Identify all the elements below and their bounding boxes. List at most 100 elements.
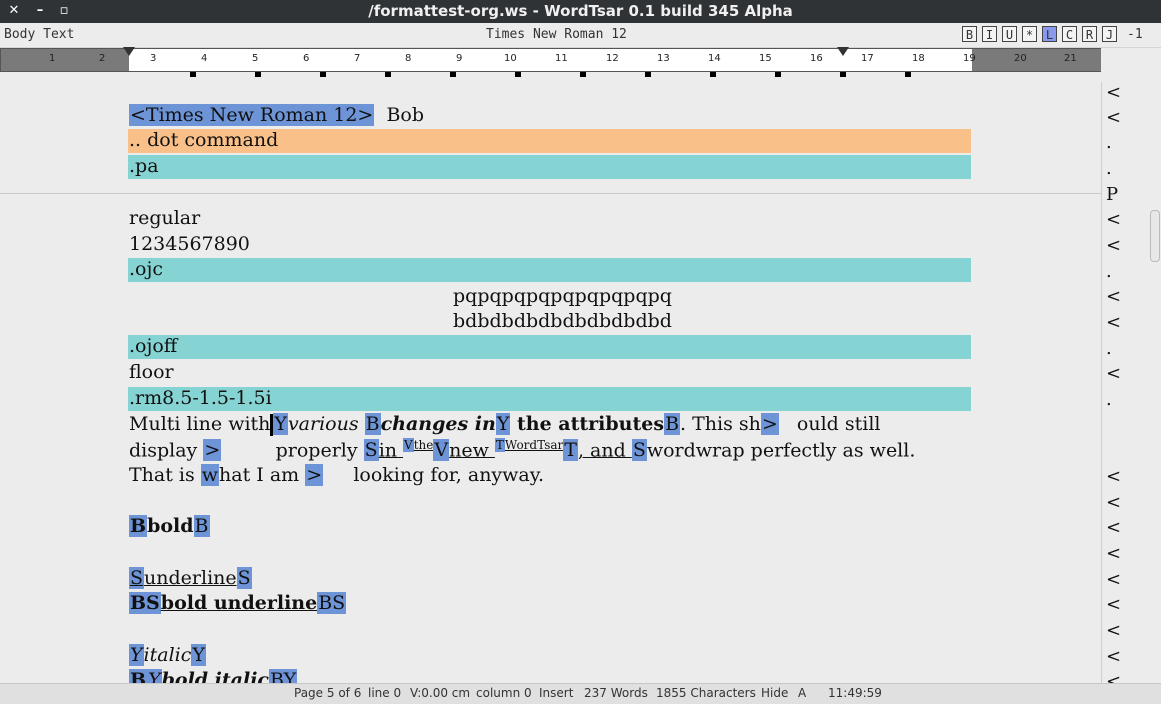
column-indicator: column 0 [476,686,532,700]
tab-stop[interactable] [840,72,846,77]
text-run: underline [144,567,237,589]
line-mark: . [1106,158,1112,179]
left-margin-marker[interactable] [123,47,135,56]
format-code: S [129,567,145,589]
doc-line: YitalicY [129,644,206,666]
vertical-scrollbar[interactable] [1150,210,1160,262]
format-code: S [236,567,252,589]
rm-command: .rm8.5-1.5-1.5i [129,387,272,409]
document-area[interactable]: <Times New Roman 12> Bob .. dot command … [0,82,1101,683]
text-run: That is [129,464,201,486]
doc-line: BboldB [129,515,210,537]
vertical-position: V:0.00 cm [410,686,471,700]
ruler-number: 1 [49,53,56,64]
text-run: bold italic [161,669,269,683]
line-mark: < [1106,569,1122,590]
command-band: .rm8.5-1.5-1.5i [128,387,971,411]
paragraph-style[interactable]: Body Text [4,27,74,42]
align-center-button[interactable]: C [1062,26,1077,42]
tab-stop[interactable] [905,72,911,77]
format-code: T [494,438,505,452]
line-mark: < [1106,82,1122,103]
ruler-number: 11 [555,53,568,64]
text-run: ould still [796,413,881,435]
ruler[interactable]: 1 2 3 4 5 6 7 8 9 10 11 12 13 14 15 16 1… [0,47,1101,72]
ruler-number: 7 [354,53,361,64]
paragraph-marker[interactable] [837,47,849,56]
line-mark: < [1106,235,1122,256]
format-code: > [203,439,222,462]
dot-command-band: .. dot command [128,129,971,153]
indent-value: -1 [1127,27,1143,42]
tab-stop[interactable] [645,72,651,77]
tab-stop[interactable] [580,72,586,77]
tab-stop[interactable] [190,72,196,77]
line-mark: < [1106,312,1122,333]
ruler-number: 14 [708,53,721,64]
ruler-number: 12 [606,53,619,64]
italic-button[interactable]: I [982,26,997,42]
doc-line: floor [129,361,174,383]
align-left-button[interactable]: L [1042,26,1057,42]
text-run: Bob [386,104,425,126]
insert-mode[interactable]: Insert [539,686,573,700]
align-right-button[interactable]: R [1082,26,1097,42]
line-mark: < [1106,107,1122,128]
font-name[interactable]: Times New Roman 12 [486,27,627,42]
format-code: BS [129,592,161,614]
text-run: italic [143,644,192,666]
font-tag: <Times New Roman 12> [129,104,375,126]
format-code: S [631,439,647,462]
ruler-number: 6 [303,53,310,64]
justify-button[interactable]: J [1102,26,1117,42]
status-bar: Page 5 of 6 line 0 V:0.00 cm column 0 In… [0,683,1161,704]
format-code: B [664,413,681,435]
tab-stop[interactable] [255,72,261,77]
line-mark: < [1106,620,1122,641]
format-code: w [200,464,220,486]
hide-toggle[interactable]: Hide [761,686,788,700]
format-code: Y [191,644,206,666]
format-code: V [433,439,450,462]
line-mark: P [1106,184,1119,205]
ruler-number: 15 [759,53,772,64]
format-code: B [129,515,148,537]
doc-line: B Ybold italicBY [129,669,298,683]
line-mark: . [1106,338,1112,359]
line-indicator: line 0 [368,686,402,700]
format-code: > [760,413,779,435]
doc-line: Multi line with Yvarious Bchanges inY the… [129,413,881,436]
left-margin-area [1,49,129,71]
tab-stop[interactable] [450,72,456,77]
page-break-line [0,193,1101,194]
text-run: WordTsar [504,438,564,452]
underline-button[interactable]: U [1002,26,1017,42]
line-mark: < [1106,492,1122,513]
ruler-number: 20 [1014,53,1027,64]
line-mark: < [1106,594,1122,615]
bold-button[interactable]: B [962,26,977,42]
doc-line: SunderlineS [129,567,252,589]
text-run: bold [147,515,194,537]
strike-button[interactable]: * [1022,26,1037,42]
tab-stop[interactable] [710,72,716,77]
tab-stop[interactable] [385,72,391,77]
text-run: in [378,439,404,462]
format-code: B [193,515,210,537]
text-run: hat I am [219,464,306,486]
tab-stop[interactable] [320,72,326,77]
line-mark: < [1106,209,1122,230]
text-run: wordwrap perfectly as well. [646,439,916,462]
ruler-number: 4 [201,53,208,64]
pa-command: .pa [129,155,159,177]
format-code: Y [273,413,288,435]
format-code: > [305,464,324,486]
title-bar: ✕ – ▫ /formattest-org.ws - WordTsar 0.1 … [0,0,1161,23]
ruler-number: 8 [405,53,412,64]
tab-stop[interactable] [775,72,781,77]
format-code: BY [269,669,298,683]
tab-stop[interactable] [515,72,521,77]
doc-line: bdbdbdbdbdbdbdbdbd [453,310,672,332]
text-run: looking for, anyway. [353,464,545,486]
doc-line: BSbold underlineBS [129,592,347,614]
